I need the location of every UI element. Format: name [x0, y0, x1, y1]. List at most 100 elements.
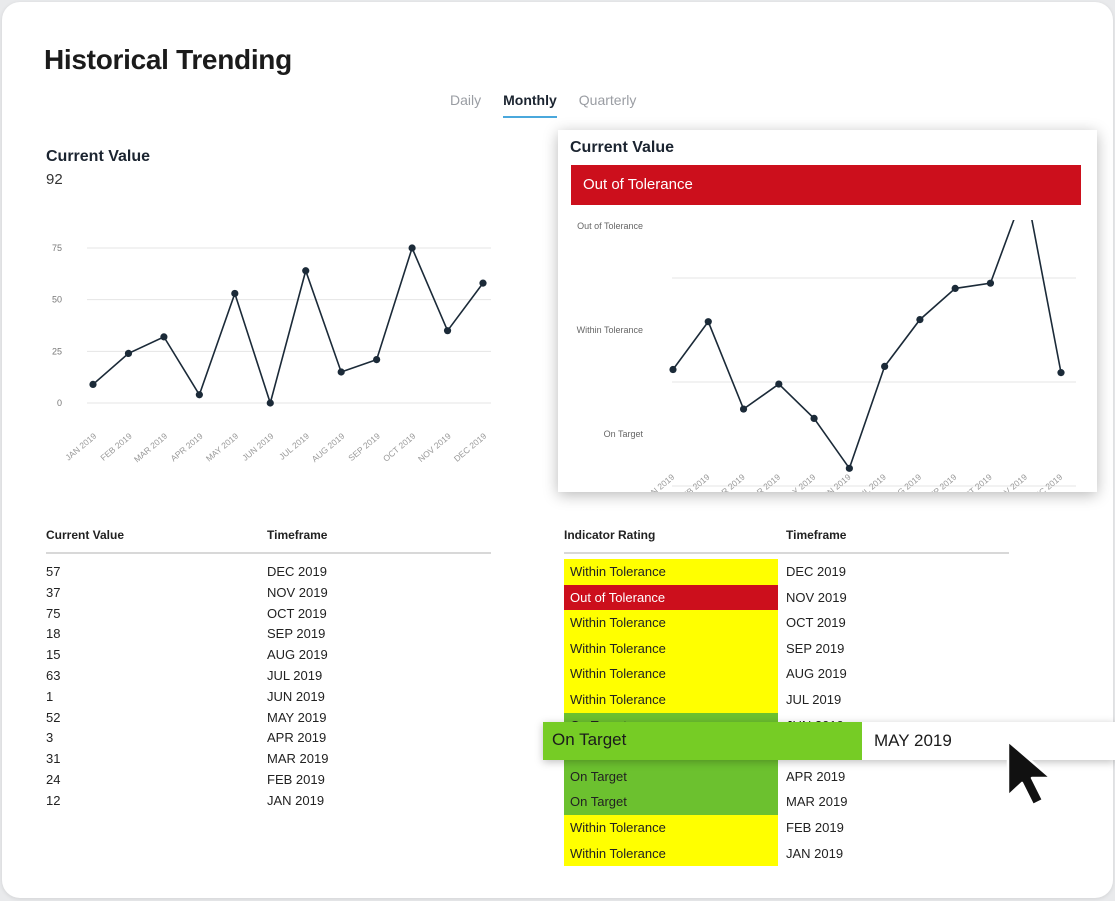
x-tick-label: DEC 2019	[452, 431, 489, 464]
data-point	[986, 279, 995, 287]
table-body: Within Tolerance DEC 2019 Out of Tolerance…	[564, 554, 1009, 867]
y-tick-label: On Target	[604, 429, 644, 439]
cell-indicator-rating: Out of Tolerance	[564, 584, 778, 611]
cell-timeframe: JAN 2019	[786, 845, 844, 861]
cell-current-value: 57	[46, 564, 61, 579]
y-tick-label: 25	[52, 346, 62, 356]
current-value-number: 92	[46, 171, 63, 188]
table-row[interactable]: Within Tolerance AUG 2019	[564, 661, 1009, 687]
table-row[interactable]: On Target APR 2019	[564, 763, 1009, 790]
x-tick-label: APR 2019	[169, 431, 205, 464]
table-row[interactable]: 12 JAN 2019	[46, 791, 491, 812]
x-tick-label: JUL 2019	[277, 431, 311, 462]
table-row[interactable]: 37 NOV 2019	[46, 583, 491, 604]
cell-current-value: 37	[46, 584, 61, 600]
cell-timeframe: MAY 2019	[267, 709, 327, 725]
mouse-pointer-icon	[1006, 739, 1053, 807]
cell-timeframe: SEP 2019	[267, 626, 326, 642]
hovered-row-timeframe: MAY 2019	[862, 722, 1115, 760]
indicator-rating-line-chart: On Target Within Tolerance Out of Toleranc…	[577, 220, 1076, 492]
cell-current-value: 1	[46, 688, 54, 704]
cell-timeframe: AUG 2019	[786, 666, 847, 682]
table-row[interactable]: 18 SEP 2019	[46, 624, 491, 645]
x-tick-label: DEC 2019	[1028, 472, 1065, 492]
cell-timeframe: APR 2019	[267, 730, 327, 746]
tab-daily[interactable]: Daily	[450, 92, 481, 118]
data-point	[775, 380, 783, 388]
cell-current-value: 12	[46, 792, 61, 808]
table-row[interactable]: 57 DEC 2019	[46, 562, 491, 583]
table-body: 57 DEC 2019 37 NOV 2019 75 OCT 2019 18 SEP 2019…	[46, 554, 491, 812]
cell-indicator-rating: On Target	[564, 763, 778, 790]
tab-quarterly[interactable]: Quarterly	[579, 92, 637, 118]
x-tick-label: FEB 2019	[676, 472, 712, 492]
x-tick-label: NOV 2019	[416, 431, 453, 464]
data-point	[704, 318, 712, 326]
page-title: Historical Trending	[44, 44, 292, 75]
table-row[interactable]: 52 MAY 2019	[46, 708, 491, 729]
table-row[interactable]: 3 APR 2019	[46, 728, 491, 749]
status-banner: Out of Tolerance	[571, 165, 1081, 205]
cell-timeframe: AUG 2019	[267, 647, 328, 663]
cell-current-value: 52	[46, 709, 61, 725]
data-point	[951, 284, 959, 292]
column-header-timeframe: Timeframe	[786, 528, 847, 542]
cell-current-value: 75	[46, 605, 61, 621]
cell-timeframe: JAN 2019	[267, 792, 325, 808]
cell-timeframe: FEB 2019	[786, 819, 844, 835]
table-row[interactable]: Within Tolerance JUL 2019	[564, 686, 1009, 713]
table-row[interactable]: Within Tolerance OCT 2019	[564, 610, 1009, 636]
x-tick-label: JUN 2019	[817, 472, 853, 492]
x-tick-label: MAY 2019	[781, 472, 817, 492]
overlay-current-value-label: Current Value	[570, 139, 675, 156]
data-point	[810, 414, 818, 422]
table-row[interactable]: 75 OCT 2019	[46, 604, 491, 625]
data-point	[479, 279, 487, 287]
table-row[interactable]: Within Tolerance SEP 2019	[564, 635, 1009, 662]
cell-timeframe: JUL 2019	[267, 667, 323, 683]
table-row[interactable]: Within Tolerance DEC 2019	[564, 559, 1009, 585]
x-tick-label: NOV 2019	[992, 472, 1029, 492]
x-tick-label: OCT 2019	[381, 431, 418, 464]
data-point	[160, 333, 168, 341]
data-point	[408, 244, 416, 252]
cell-timeframe: NOV 2019	[786, 589, 847, 605]
table-row[interactable]: 31 MAR 2019	[46, 749, 491, 770]
cell-indicator-rating: Within Tolerance	[564, 661, 778, 687]
y-tick-label: Within Tolerance	[577, 325, 643, 335]
table-row[interactable]: 1 JUN 2019	[46, 687, 491, 708]
data-point	[373, 356, 381, 364]
table-row[interactable]: Within Tolerance JAN 2019	[564, 840, 1009, 867]
table-header: Indicator Rating Timeframe	[564, 528, 1009, 554]
cell-current-value: 63	[46, 667, 61, 683]
cell-timeframe: MAR 2019	[267, 751, 329, 767]
data-point	[124, 349, 133, 357]
cell-timeframe: DEC 2019	[786, 564, 846, 579]
data-point	[1057, 369, 1065, 377]
y-tick-label: 75	[52, 243, 62, 253]
cell-timeframe: JUN 2019	[267, 688, 325, 704]
cell-indicator-rating: On Target	[564, 789, 778, 815]
current-value-line-chart: 0 25 50 75 JAN 2019 FEB 2019MAR 2019 APR 2019 M…	[52, 243, 491, 464]
x-tick-label: AUG 2019	[310, 431, 347, 464]
hovered-row-rating: On Target	[543, 722, 862, 760]
column-header-current-value: Current Value	[46, 528, 125, 542]
cell-current-value: 15	[46, 647, 61, 663]
table-row[interactable]: Out of Tolerance NOV 2019	[564, 584, 1009, 611]
cell-timeframe: OCT 2019	[267, 605, 327, 621]
y-tick-label: 50	[52, 295, 62, 305]
table-row[interactable]: 24 FEB 2019	[46, 770, 491, 791]
cell-current-value: 18	[46, 626, 61, 642]
cell-timeframe: NOV 2019	[267, 584, 328, 600]
y-tick-label: Out of Tolerance	[577, 221, 643, 231]
tab-monthly[interactable]: Monthly	[503, 92, 557, 118]
table-row[interactable]: 63 JUL 2019	[46, 666, 491, 687]
table-row[interactable]: 15 AUG 2019	[46, 645, 491, 666]
data-point	[337, 368, 345, 376]
cell-timeframe: MAR 2019	[786, 794, 848, 810]
x-tick-label: APR 2019	[746, 472, 782, 492]
indicator-rating-table: Indicator Rating Timeframe Within Tolera…	[564, 528, 1009, 867]
data-point	[195, 391, 203, 399]
table-row[interactable]: Within Tolerance FEB 2019	[564, 814, 1009, 841]
table-row[interactable]: On Target MAR 2019	[564, 789, 1009, 815]
